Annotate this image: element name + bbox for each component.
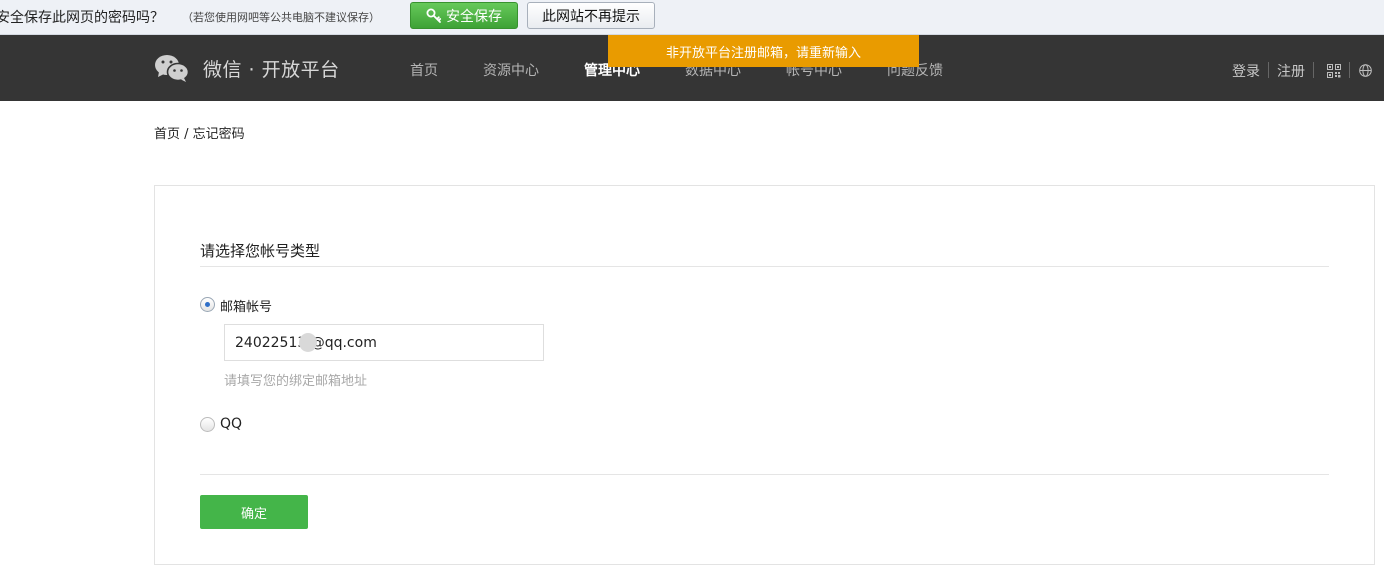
qr-code-icon[interactable] xyxy=(1327,64,1341,78)
save-password-question: 安全保存此网页的密码吗？ xyxy=(0,10,164,26)
nav-resource-center[interactable]: 资源中心 xyxy=(483,60,539,80)
divider xyxy=(1268,62,1269,78)
register-link[interactable]: 注册 xyxy=(1277,61,1305,81)
redaction-blur xyxy=(299,333,317,352)
radio-qq-account[interactable] xyxy=(200,417,215,432)
email-hint: 请填写您的绑定邮箱地址 xyxy=(224,374,368,389)
breadcrumb-home[interactable]: 首页 xyxy=(154,127,180,142)
divider xyxy=(1349,62,1350,78)
save-password-note: （若您使用网吧等公共电脑不建议保存） xyxy=(182,11,380,24)
radio-email-account[interactable] xyxy=(200,297,215,312)
email-field[interactable] xyxy=(224,324,544,361)
login-link[interactable]: 登录 xyxy=(1232,61,1260,81)
breadcrumb: 首页 / 忘记密码 xyxy=(154,123,245,142)
divider xyxy=(1313,62,1314,78)
globe-icon[interactable] xyxy=(1359,64,1372,77)
wechat-logo-icon[interactable] xyxy=(154,53,190,83)
password-save-bar: 安全保存此网页的密码吗？ （若您使用网吧等公共电脑不建议保存） 安全保存 此网站… xyxy=(0,0,1384,35)
divider xyxy=(200,474,1329,475)
radio-email-label[interactable]: 邮箱帐号 xyxy=(220,296,272,315)
brand-title[interactable]: 微信 · 开放平台 xyxy=(203,55,340,82)
secure-save-label: 安全保存 xyxy=(446,8,502,25)
radio-qq-label[interactable]: QQ xyxy=(220,416,242,432)
error-toast: 非开放平台注册邮箱，请重新输入 xyxy=(608,35,919,67)
never-remind-button[interactable]: 此网站不再提示 xyxy=(527,2,655,29)
confirm-button[interactable]: 确定 xyxy=(200,495,308,529)
breadcrumb-separator: / xyxy=(180,127,193,142)
account-type-title: 请选择您帐号类型 xyxy=(200,242,321,260)
secure-save-button[interactable]: 安全保存 xyxy=(410,2,518,29)
nav-home[interactable]: 首页 xyxy=(410,60,438,80)
key-icon xyxy=(426,8,442,23)
divider xyxy=(200,266,1329,267)
breadcrumb-current: 忘记密码 xyxy=(192,127,245,142)
